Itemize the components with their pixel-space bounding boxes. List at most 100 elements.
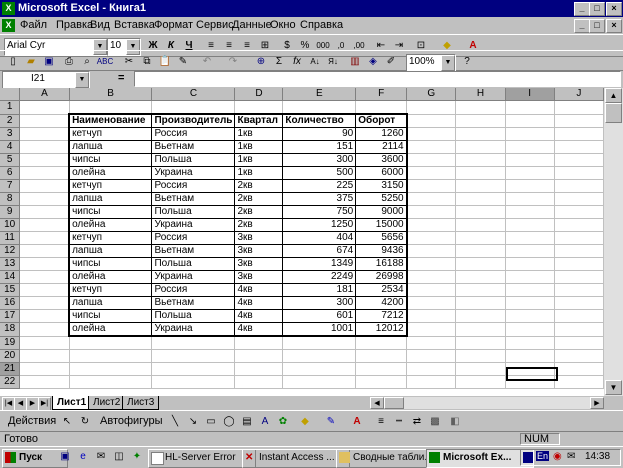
last-sheet-icon[interactable]: ▶|	[38, 397, 51, 411]
autoshapes-menu[interactable]: Автофигуры	[100, 415, 163, 427]
cell[interactable]: 5656	[355, 231, 408, 245]
clipart-icon[interactable]: ✿	[274, 414, 292, 430]
cell[interactable]: 15000	[355, 218, 408, 232]
cell[interactable]	[505, 309, 555, 323]
cell[interactable]: 2кв	[234, 192, 284, 206]
cell[interactable]	[505, 153, 555, 167]
cell[interactable]: 404	[282, 231, 357, 245]
cell[interactable]: Вьетнам	[151, 244, 236, 258]
cell[interactable]	[455, 296, 506, 310]
cell[interactable]: 4кв	[234, 322, 284, 337]
cell[interactable]	[406, 283, 457, 297]
cell[interactable]	[554, 336, 604, 350]
cell[interactable]: 5250	[355, 192, 408, 206]
cell[interactable]: Польша	[151, 257, 236, 271]
cell[interactable]: 1кв	[234, 153, 284, 167]
cell[interactable]	[455, 309, 506, 323]
column-header[interactable]: F	[355, 88, 408, 101]
cell[interactable]	[505, 336, 555, 350]
cell[interactable]	[19, 127, 70, 141]
select-objects-icon[interactable]: ↖	[58, 414, 76, 430]
spelling-icon[interactable]: ABC	[96, 54, 114, 70]
cell[interactable]	[406, 362, 457, 376]
cell[interactable]: 4200	[355, 296, 408, 310]
name-box[interactable]: I21 ▼	[2, 71, 90, 89]
menu-view[interactable]: Вид	[90, 17, 110, 34]
fill-color-icon[interactable]: ◆	[296, 414, 314, 430]
header-cell[interactable]: Квартал	[234, 113, 284, 128]
formula-input[interactable]	[134, 71, 621, 87]
cell[interactable]	[19, 218, 70, 232]
cell[interactable]: 1001	[282, 322, 357, 337]
row-header[interactable]: 13	[0, 257, 21, 271]
header-cell[interactable]: Оборот	[355, 113, 408, 128]
cell[interactable]: 300	[282, 296, 357, 310]
row-header[interactable]: 17	[0, 309, 21, 323]
cell[interactable]	[505, 114, 555, 128]
cell[interactable]: Украина	[151, 166, 236, 180]
cell[interactable]	[151, 100, 236, 115]
cell[interactable]	[554, 153, 604, 167]
cell[interactable]: 6000	[355, 166, 408, 180]
menu-data[interactable]: Данные	[232, 17, 272, 34]
cell[interactable]	[455, 349, 506, 363]
cell[interactable]: Польша	[151, 205, 236, 219]
cell[interactable]: чипсы	[68, 257, 153, 271]
cell[interactable]	[355, 100, 408, 115]
hyperlink-icon[interactable]: ⊕	[252, 54, 270, 70]
cell[interactable]	[151, 349, 236, 363]
menu-tools[interactable]: Сервис	[196, 17, 234, 34]
cell[interactable]	[455, 127, 506, 141]
cell[interactable]	[455, 218, 506, 232]
cell[interactable]	[455, 283, 506, 297]
free-rotate-icon[interactable]: ↻	[76, 414, 94, 430]
cell[interactable]: Россия	[151, 127, 236, 141]
row-header[interactable]: 15	[0, 283, 21, 297]
cell[interactable]	[554, 283, 604, 297]
row-header[interactable]: 19	[0, 336, 21, 350]
cell[interactable]	[282, 336, 357, 350]
cell[interactable]: олейна	[68, 322, 153, 337]
cell[interactable]	[406, 127, 457, 141]
cell[interactable]	[282, 375, 357, 389]
cell[interactable]	[406, 166, 457, 180]
cell[interactable]: 2кв	[234, 218, 284, 232]
column-header[interactable]: B	[69, 88, 153, 101]
map-icon[interactable]: ◈	[364, 54, 382, 70]
cell[interactable]: 1349	[282, 257, 357, 271]
scroll-thumb[interactable]	[605, 103, 622, 123]
doc-close-button[interactable]: ×	[606, 19, 622, 33]
cell[interactable]: кетчуп	[68, 179, 153, 193]
cell[interactable]	[406, 270, 457, 284]
menu-window[interactable]: Окно	[270, 17, 296, 34]
cell[interactable]	[406, 140, 457, 154]
cell[interactable]	[455, 231, 506, 245]
row-header[interactable]: 10	[0, 218, 21, 232]
cell[interactable]	[406, 257, 457, 271]
new-icon[interactable]: ▯	[4, 54, 22, 70]
cell[interactable]: 2114	[355, 140, 408, 154]
function-icon[interactable]: fx	[288, 54, 306, 70]
header-cell[interactable]: Производитель	[151, 113, 236, 128]
cell[interactable]	[554, 309, 604, 323]
menu-help[interactable]: Справка	[300, 17, 343, 34]
cell[interactable]	[19, 166, 70, 180]
cell[interactable]	[455, 153, 506, 167]
cell[interactable]	[406, 205, 457, 219]
wordart-icon[interactable]: A	[256, 414, 274, 430]
tab-sheet3[interactable]: Лист3	[122, 396, 160, 410]
cell[interactable]	[505, 166, 555, 180]
cell[interactable]: 26998	[355, 270, 408, 284]
cell[interactable]: 3кв	[234, 231, 284, 245]
outlook-icon[interactable]: ✉	[92, 449, 110, 465]
cell[interactable]: 3кв	[234, 270, 284, 284]
cell[interactable]	[406, 218, 457, 232]
cell[interactable]	[554, 205, 604, 219]
cell[interactable]	[406, 309, 457, 323]
cell[interactable]	[505, 127, 555, 141]
cell[interactable]: 1кв	[234, 166, 284, 180]
cell[interactable]	[406, 244, 457, 258]
column-header[interactable]: J	[554, 88, 604, 101]
autosum-icon[interactable]: Σ	[270, 54, 288, 70]
copy-icon[interactable]: ⧉	[138, 54, 156, 70]
